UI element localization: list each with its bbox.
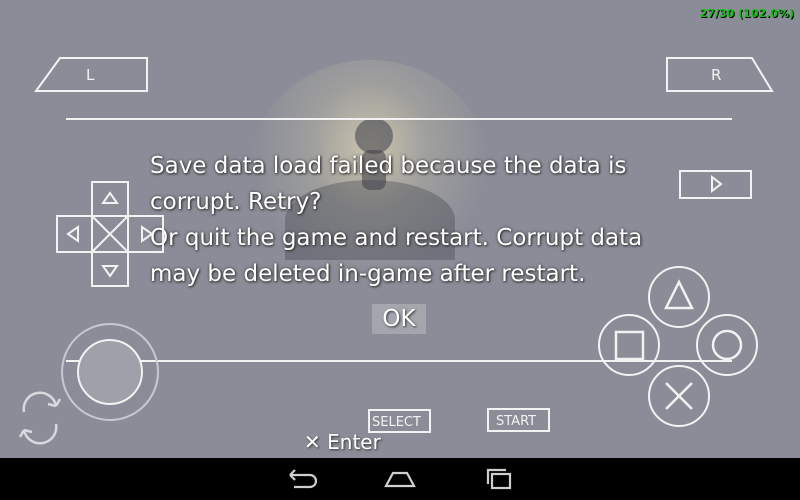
back-icon[interactable]	[280, 466, 320, 492]
square-button[interactable]	[598, 314, 660, 376]
rotate-icon[interactable]	[18, 391, 62, 445]
l-shoulder-label: L	[86, 66, 95, 84]
dpad-up-icon	[101, 191, 119, 204]
triangle-button[interactable]	[648, 266, 710, 328]
recent-apps-icon[interactable]	[480, 466, 520, 492]
start-button[interactable]: START	[487, 408, 550, 432]
play-icon	[711, 174, 723, 194]
emulator-screen: 27/30 (102.0%) Save data load failed bec…	[0, 0, 800, 458]
dpad-up	[91, 181, 129, 217]
dpad-left	[56, 215, 93, 253]
cross-hint-icon: ✕	[304, 430, 321, 454]
dpad-down	[91, 251, 129, 287]
r-shoulder-button[interactable]: R	[666, 57, 774, 92]
fast-forward-button[interactable]	[679, 170, 752, 199]
dpad-right	[127, 215, 164, 253]
dpad-left-icon	[66, 225, 79, 243]
home-icon[interactable]	[380, 466, 420, 492]
triangle-icon	[663, 279, 695, 310]
dpad-right-icon	[141, 225, 154, 243]
touch-controls-overlay: L R SELECT START	[18, 57, 774, 445]
dpad-down-icon	[101, 265, 119, 278]
circle-button[interactable]	[696, 314, 758, 376]
l-shoulder-button[interactable]: L	[34, 57, 148, 92]
square-icon	[614, 330, 645, 361]
circle-icon	[711, 329, 743, 361]
cross-button[interactable]	[648, 365, 710, 427]
r-shoulder-label: R	[711, 66, 721, 84]
analog-stick[interactable]	[61, 323, 159, 421]
select-label: SELECT	[372, 415, 421, 430]
cross-icon	[665, 382, 693, 410]
dpad[interactable]	[56, 181, 164, 287]
start-label: START	[496, 414, 536, 429]
select-button[interactable]: SELECT	[368, 409, 431, 433]
enter-hint-label: Enter	[327, 430, 381, 454]
android-navigation-bar	[0, 458, 800, 500]
enter-hint: ✕ Enter	[304, 430, 381, 454]
